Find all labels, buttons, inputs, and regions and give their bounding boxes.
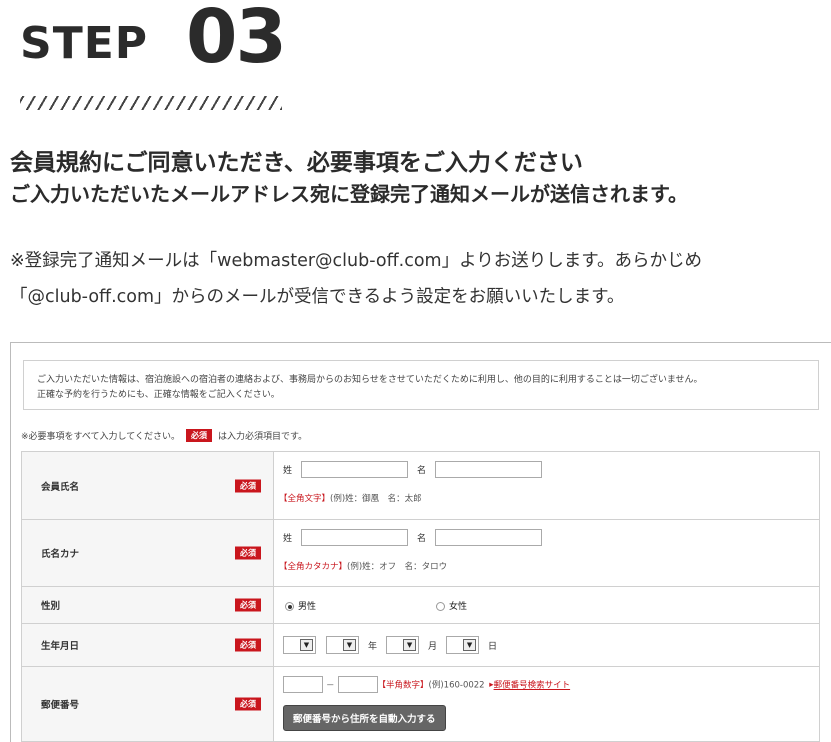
row-gender: 性別 必須 男性 女性 (21, 586, 820, 624)
sei-label: 姓 (283, 466, 293, 476)
mei-label: 名 (417, 466, 427, 476)
label-name-kana: 氏名カナ (41, 549, 80, 560)
row-birthday: 生年月日 必須 ▼ ▼ 年 ▼ 月 ▼ 日 (21, 623, 820, 667)
kana-hint-format: 【全角カタカナ】 (279, 562, 348, 572)
required-badge: 必須 (186, 429, 213, 442)
postal-code-second-input[interactable] (337, 676, 378, 693)
month-label: 月 (428, 641, 438, 652)
label-cell-birthday: 生年月日 必須 (21, 623, 274, 667)
autofill-address-button[interactable]: 郵便番号から住所を自動入力する (283, 705, 446, 731)
field-cell-birthday: ▼ ▼ 年 ▼ 月 ▼ 日 (273, 623, 820, 667)
row-postal-code: 郵便番号 必須 －【半角数字】(例)160-0022 ▸郵便番号検索サイト 郵便… (21, 666, 820, 742)
sei-kana-label: 姓 (283, 534, 293, 544)
field-cell-postal-code: －【半角数字】(例)160-0022 ▸郵便番号検索サイト 郵便番号から住所を自… (273, 666, 820, 742)
last-name-input[interactable] (301, 461, 409, 478)
day-select[interactable]: ▼ (446, 636, 480, 654)
year-label: 年 (368, 641, 378, 652)
privacy-info-line2: 正確な予約を行うためにも、正確な情報をご記入ください。 (37, 390, 280, 400)
year-select[interactable]: ▼ (326, 636, 359, 654)
required-note: ※必要事項をすべて入力してください。 必須 は入力必須項目です。 (21, 429, 307, 442)
last-name-kana-input[interactable] (301, 529, 409, 546)
postal-hint-format: 【半角数字】 (377, 680, 429, 691)
privacy-info-line1: ご入力いただいた情報は、宿泊施設への宿泊者の連絡および、事務局からのお知らせをさ… (37, 375, 703, 385)
chevron-down-icon: ▼ (300, 639, 313, 651)
label-member-name: 会員氏名 (41, 481, 80, 493)
required-note-suffix: は入力必須項目です。 (218, 432, 308, 442)
label-birthday: 生年月日 (41, 641, 80, 652)
label-cell-name-kana: 氏名カナ 必須 (21, 519, 274, 587)
postal-dash: － (326, 680, 335, 691)
label-gender: 性別 (41, 601, 61, 612)
name-hint-format: 【全角文字】 (279, 494, 331, 504)
name-hint-example: (例)姓：御凰 名：太郎 (330, 494, 422, 504)
required-note-prefix: ※必要事項をすべて入力してください。 (21, 432, 181, 442)
mei-kana-label: 名 (417, 534, 427, 544)
page-subtitle: ご入力いただいたメールアドレス宛に登録完了通知メールが送信されます。 (10, 182, 688, 206)
kana-hint-example: (例)姓：オフ 名：タロウ (347, 562, 448, 572)
stripe-divider (20, 96, 282, 110)
required-badge: 必須 (235, 546, 261, 560)
field-cell-member-name: 姓 名 【全角文字】(例)姓：御凰 名：太郎 (273, 451, 820, 520)
row-name-kana: 氏名カナ 必須 姓 名 【全角カタカナ】(例)姓：オフ 名：タロウ (21, 519, 820, 587)
step-word: STEP (20, 18, 149, 69)
field-cell-name-kana: 姓 名 【全角カタカナ】(例)姓：オフ 名：タロウ (273, 519, 820, 587)
field-cell-gender: 男性 女性 (273, 586, 820, 624)
postal-hint-example: (例)160-0022 (428, 680, 485, 691)
required-badge: 必須 (235, 479, 261, 492)
email-note-line1: ※登録完了通知メールは「webmaster@club-off.com」よりお送り… (10, 251, 702, 271)
privacy-info-box: ご入力いただいた情報は、宿泊施設への宿泊者の連絡および、事務局からのお知らせをさ… (23, 360, 819, 410)
postal-code-first-input[interactable] (283, 676, 323, 693)
day-label: 日 (488, 641, 498, 652)
month-select[interactable]: ▼ (386, 636, 420, 654)
chevron-down-icon: ▼ (403, 639, 417, 651)
label-cell-gender: 性別 必須 (21, 586, 274, 624)
email-note-line2: 「@club-off.com」からのメールが受信できるよう設定をお願いいたします… (10, 287, 625, 307)
radio-female[interactable] (436, 602, 445, 611)
era-select[interactable]: ▼ (283, 636, 316, 654)
gender-female-option[interactable]: 女性 (436, 599, 467, 612)
label-cell-postal-code: 郵便番号 必須 (21, 666, 274, 742)
required-badge: 必須 (235, 697, 261, 711)
step-number: 03 (186, 0, 287, 80)
first-name-kana-input[interactable] (435, 529, 543, 546)
chevron-down-icon: ▼ (343, 639, 356, 651)
gender-male-label: 男性 (298, 602, 317, 612)
label-cell-member-name: 会員氏名 必須 (21, 451, 274, 520)
required-badge: 必須 (235, 638, 261, 652)
chevron-down-icon: ▼ (463, 639, 477, 651)
required-badge: 必須 (235, 598, 261, 612)
registration-form-screenshot: ご入力いただいた情報は、宿泊施設への宿泊者の連絡および、事務局からのお知らせをさ… (10, 342, 831, 742)
gender-female-label: 女性 (449, 602, 468, 612)
gender-male-option[interactable]: 男性 (285, 599, 316, 612)
radio-male[interactable] (285, 602, 294, 611)
first-name-input[interactable] (435, 461, 543, 478)
page-title: 会員規約にご同意いただき、必要事項をご入力ください (10, 150, 583, 176)
label-postal-code: 郵便番号 (41, 700, 80, 711)
row-member-name: 会員氏名 必須 姓 名 【全角文字】(例)姓：御凰 名：太郎 (21, 451, 820, 520)
postal-search-link[interactable]: 郵便番号検索サイト (494, 681, 571, 691)
form-table: 会員氏名 必須 姓名 【全角文字】(例)姓：御凰 名：太郎 氏名カナ 必須 姓名 (21, 451, 820, 742)
